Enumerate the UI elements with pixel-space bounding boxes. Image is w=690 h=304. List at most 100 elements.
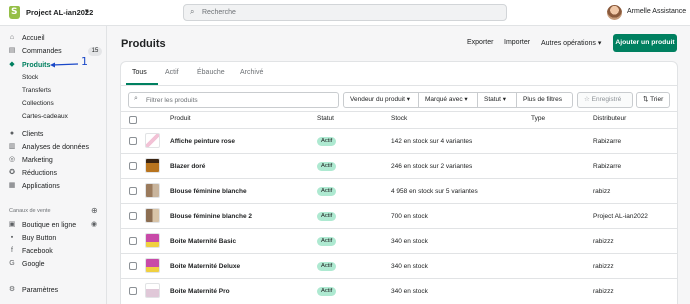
product-thumbnail	[145, 158, 160, 173]
status-badge: Actif	[317, 287, 337, 296]
sidebar-item-clients[interactable]: ● Clients	[8, 128, 102, 140]
chevron-down-icon: ▾	[464, 96, 468, 103]
sidebar-item-label: Commandes	[22, 47, 62, 55]
sidebar-item-google[interactable]: G Google	[8, 258, 102, 270]
sidebar-item-marketing[interactable]: ◎ Marketing	[8, 154, 102, 166]
search-placeholder: Recherche	[202, 9, 236, 16]
product-thumbnail	[145, 233, 160, 248]
status-badge: Actif	[317, 262, 337, 271]
saved-label: Enregistré	[591, 96, 622, 103]
add-channel-icon[interactable]: ⊕	[91, 206, 98, 215]
column-header-stock: Stock	[391, 115, 408, 122]
gear-icon: ⚙	[8, 286, 16, 293]
export-button[interactable]: Exporter	[467, 39, 493, 46]
top-bar: Project AL-ian2022 ▾ ⌕ Recherche Armelle…	[0, 0, 690, 26]
sort-icon: ⇅	[643, 96, 649, 103]
apps-icon: ▦	[8, 182, 16, 189]
import-button[interactable]: Importer	[504, 39, 530, 46]
sidebar-subitem-transferts[interactable]: Transferts	[22, 87, 51, 94]
vendor-filter-label: Vendeur du produit	[350, 96, 405, 103]
sort-label: Trier	[650, 96, 664, 103]
eye-icon[interactable]: ◉	[91, 220, 97, 228]
select-all-checkbox[interactable]	[129, 116, 137, 124]
search-icon: ⌕	[134, 95, 138, 102]
divider	[121, 228, 677, 229]
tab-actif[interactable]: Actif	[165, 69, 179, 76]
chevron-down-icon: ▾	[406, 96, 411, 103]
tab-archive[interactable]: Archivé	[240, 69, 263, 76]
sidebar-item-parametres[interactable]: ⚙ Paramètres	[8, 284, 102, 296]
sidebar-item-label: Clients	[22, 130, 44, 138]
sidebar-item-reductions[interactable]: ✪ Réductions	[8, 167, 102, 179]
vendor-value: rabizzz	[593, 288, 614, 295]
vendor-value: Project AL-ian2022	[593, 213, 648, 220]
search-input[interactable]: ⌕ Recherche	[183, 4, 507, 21]
product-thumbnail	[145, 133, 160, 148]
person-icon: ●	[9, 130, 15, 137]
product-name[interactable]: Boite Maternité Deluxe	[170, 263, 240, 270]
product-name[interactable]: Affiche peinture rose	[170, 138, 235, 145]
stock-value: 340 en stock	[391, 288, 428, 295]
vendor-value: Rabizarre	[593, 163, 622, 170]
sidebar-subitem-collections[interactable]: Collections	[22, 100, 54, 107]
stock-value: 142 en stock sur 4 variantes	[391, 138, 473, 145]
sidebar-item-label: Applications	[22, 182, 60, 190]
store-name[interactable]: Project AL-ian2022	[26, 8, 93, 17]
shopify-logo-icon[interactable]	[9, 6, 20, 19]
stock-value: 4 958 en stock sur 5 variantes	[391, 188, 478, 195]
sidebar-item-label: Boutique en ligne	[22, 221, 77, 229]
facebook-icon: f	[11, 247, 13, 254]
avatar[interactable]	[607, 5, 622, 20]
user-name[interactable]: Armelle Assistance	[627, 8, 686, 15]
row-checkbox[interactable]	[129, 137, 137, 145]
more-actions-button[interactable]: Autres opérations ▾	[541, 39, 601, 47]
sidebar-item-label: Produits	[22, 61, 51, 69]
row-checkbox[interactable]	[129, 162, 137, 170]
status-filter-button[interactable]: Statut ▾	[477, 92, 517, 108]
sidebar-item-buy-button[interactable]: ▪ Buy Button	[8, 232, 102, 244]
search-icon: ⌕	[190, 7, 195, 16]
sort-button[interactable]: ⇅ Trier	[636, 92, 670, 108]
page-title: Produits	[121, 38, 166, 50]
product-name[interactable]: Boite Maternité Pro	[170, 288, 230, 295]
sidebar-item-label: Analyses de données	[22, 143, 89, 151]
column-header-produit: Produit	[170, 115, 191, 122]
sidebar-item-accueil[interactable]: ⌂ Accueil	[8, 32, 102, 44]
product-name[interactable]: Blouse féminine blanche 2	[170, 213, 252, 220]
row-checkbox[interactable]	[129, 262, 137, 270]
tab-tous[interactable]: Tous	[132, 69, 147, 76]
add-product-button[interactable]: Ajouter un produit	[613, 34, 677, 52]
vendor-value: Rabizarre	[593, 138, 622, 145]
products-card: Tous Actif Ébauche Archivé ⌕ Filtrer les…	[121, 62, 677, 304]
stock-value: 340 en stock	[391, 263, 428, 270]
product-name[interactable]: Blazer doré	[170, 163, 205, 170]
row-checkbox[interactable]	[129, 187, 137, 195]
sidebar-subitem-cartes-cadeaux[interactable]: Cartes-cadeaux	[22, 113, 68, 120]
row-checkbox[interactable]	[129, 212, 137, 220]
row-checkbox[interactable]	[129, 237, 137, 245]
tagged-filter-button[interactable]: Marqué avec ▾	[418, 92, 478, 108]
status-badge: Actif	[317, 162, 337, 171]
stock-value: 700 en stock	[391, 213, 428, 220]
sidebar-item-facebook[interactable]: f Facebook	[8, 245, 102, 257]
product-name[interactable]: Blouse féminine blanche	[170, 188, 247, 195]
filter-products-input[interactable]: ⌕ Filtrer les produits	[128, 92, 339, 108]
sidebar-item-applications[interactable]: ▦ Applications	[8, 180, 102, 192]
status-badge: Actif	[317, 237, 337, 246]
row-checkbox[interactable]	[129, 287, 137, 295]
filter-placeholder: Filtrer les produits	[146, 97, 198, 104]
more-filters-button[interactable]: Plus de filtres	[516, 92, 573, 108]
product-thumbnail	[145, 283, 160, 298]
product-name[interactable]: Boite Maternité Basic	[170, 238, 236, 245]
saved-button[interactable]: ☆ Enregistré	[577, 92, 633, 108]
sidebar-item-analyses[interactable]: ▥ Analyses de données	[8, 141, 102, 153]
status-badge: Actif	[317, 212, 337, 221]
status-filter-label: Statut	[484, 96, 501, 103]
sidebar-item-label: Accueil	[22, 34, 45, 42]
tab-ebauche[interactable]: Ébauche	[197, 69, 225, 76]
sidebar: ⌂ Accueil ▤ Commandes 15 ◆ Produits Stoc…	[0, 26, 107, 304]
sidebar-item-boutique[interactable]: ▣ Boutique en ligne	[8, 219, 102, 231]
chevron-down-icon[interactable]: ▾	[85, 7, 89, 15]
sidebar-subitem-stock[interactable]: Stock	[22, 74, 38, 81]
vendor-filter-button[interactable]: Vendeur du produit ▾	[343, 92, 419, 108]
